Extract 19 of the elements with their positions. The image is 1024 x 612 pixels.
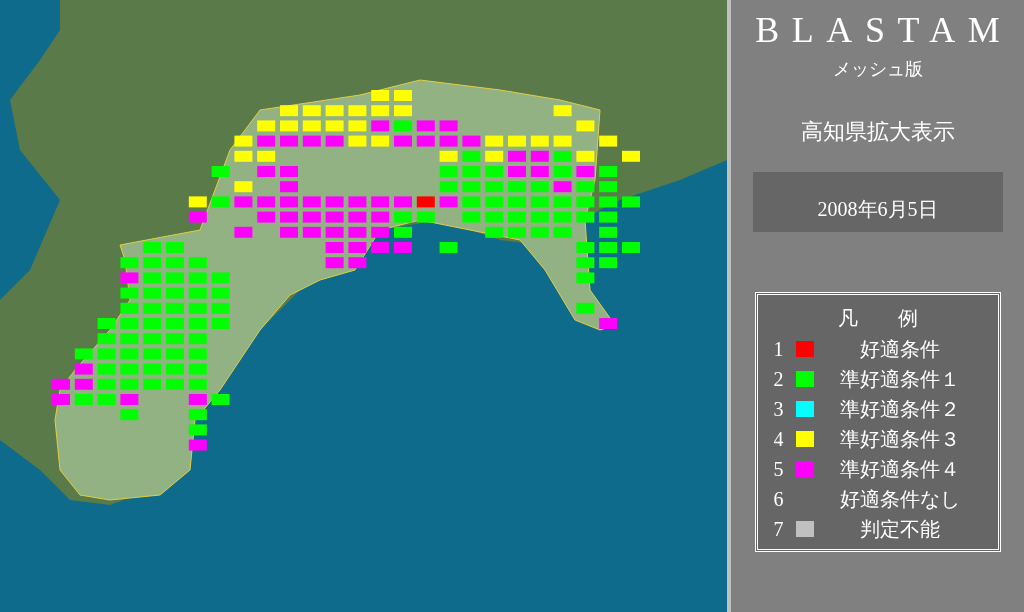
- legend-number: 6: [773, 487, 785, 511]
- legend-label: 準好適条件３: [838, 427, 961, 451]
- legend-label: 準好適条件２: [838, 397, 961, 421]
- app-subtitle: メッシュ版: [832, 58, 923, 81]
- date-label: 2008年6月5日: [817, 197, 938, 222]
- legend-number: 7: [773, 517, 785, 541]
- legend-label: 好適条件: [858, 337, 941, 361]
- legend-number: 1: [773, 337, 785, 361]
- legend-number: 3: [773, 397, 785, 421]
- legend-heading: 凡 例: [836, 306, 919, 331]
- legend-label: 準好適条件１: [838, 367, 961, 391]
- legend-label: 好適条件なし: [838, 487, 961, 511]
- app-title: BLASTAM: [754, 12, 1013, 48]
- legend-number: 5: [773, 457, 785, 481]
- view-title: 高知県拡大表示: [800, 118, 955, 146]
- legend-label: 準好適条件４: [838, 457, 961, 481]
- legend-number: 2: [773, 367, 785, 391]
- legend-label: 判定不能: [858, 517, 941, 541]
- legend-number: 4: [773, 427, 785, 451]
